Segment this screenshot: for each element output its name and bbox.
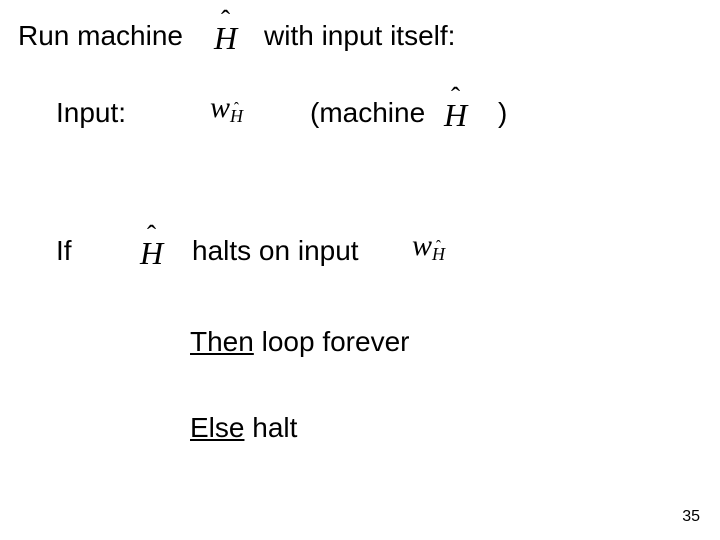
hat-accent-sub: ˆ [234,100,239,118]
symbol-w-2: w [412,229,432,262]
hat-accent: ˆ [221,5,230,36]
text-input-label: Input: [56,97,126,128]
hat-accent-3: ˆ [147,220,156,251]
text-if: If [56,235,72,266]
symbol-w: w [210,91,230,124]
text-with-input-itself: with input itself: [264,20,455,51]
symbol-wHhat-1: w ˆ H [210,91,243,127]
text-halts-on-input: halts on input [192,235,359,266]
page-number: 35 [682,508,700,526]
hat-accent-sub-2: ˆ [436,238,441,256]
text-then: Then [190,326,254,357]
symbol-wHhat-2: w ˆ H [412,229,445,265]
text-halt: halt [244,412,297,443]
symbol-Hhat-3: ˆ H [140,235,163,272]
hat-accent-2: ˆ [451,82,460,113]
symbol-Hhat-2: ˆ H [444,97,467,134]
text-machine-open: (machine [310,97,425,128]
text-loop-forever: loop forever [254,326,410,357]
symbol-Hhat-1: ˆ H [214,20,237,57]
text-else: Else [190,412,244,443]
text-run-machine: Run machine [18,20,183,51]
text-machine-close: ) [498,97,507,128]
